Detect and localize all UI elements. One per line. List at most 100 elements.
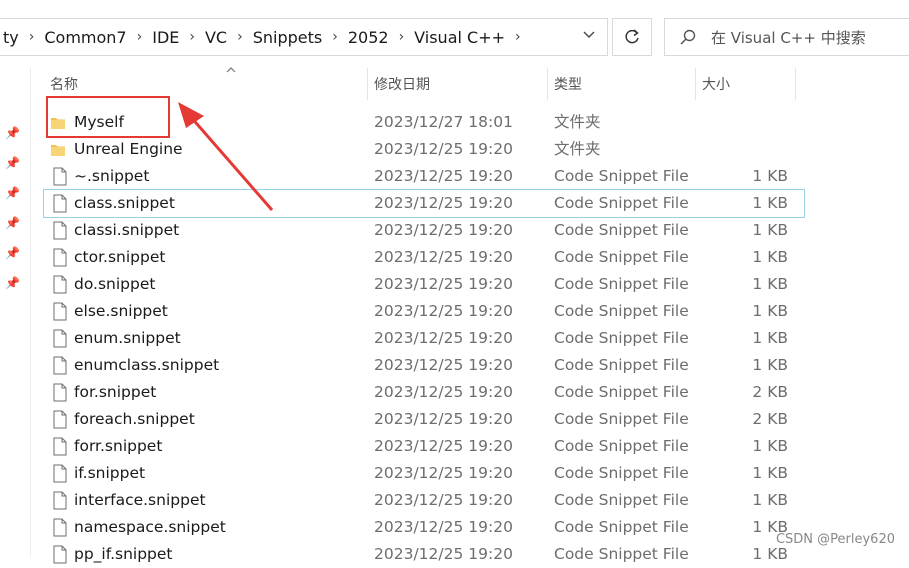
file-name: class.snippet [74,194,175,212]
file-date-modified: 2023/12/25 19:20 [374,248,513,266]
file-row[interactable]: interface.snippet 2023/12/25 19:20 Code Sn… [44,487,804,514]
file-size: 1 KB [752,275,788,293]
chevron-right-icon[interactable]: › [393,29,411,45]
pin-icon[interactable]: 📌 [5,276,20,290]
breadcrumb-0[interactable]: ty › [0,28,40,47]
file-size: 1 KB [752,194,788,212]
file-name: ctor.snippet [74,248,166,266]
file-date-modified: 2023/12/25 19:20 [374,167,513,185]
pin-icon[interactable]: 📌 [5,186,20,200]
file-size [644,109,788,136]
file-size: 1 KB [752,248,788,266]
file-size: 1 KB [752,221,788,239]
file-row[interactable]: class.snippet 2023/12/25 19:20 Code Snippe… [43,189,805,218]
refresh-icon [625,29,639,44]
file-row[interactable]: foreach.snippet 2023/12/25 19:20 Code Snip… [44,406,804,433]
file-name: forr.snippet [74,437,163,455]
address-bar[interactable]: ty › Common7 › IDE › VC › Snippets › 2052 › Vi… [0,18,608,56]
file-date-modified: 2023/12/25 19:20 [374,194,513,212]
breadcrumb-label: IDE [152,27,180,47]
file-date-modified: 2023/12/25 19:20 [374,221,513,239]
breadcrumb-6[interactable]: Visual C++ › [410,28,526,47]
breadcrumb-label: Snippets [252,27,323,47]
quick-access-strip: 📌 📌 📌 📌 📌 📌 [0,68,31,557]
file-row[interactable]: classi.snippet 2023/12/25 19:20 Code Snipp… [44,217,804,244]
chevron-right-icon[interactable]: › [131,29,149,45]
refresh-button[interactable] [612,18,652,56]
file-name: classi.snippet [74,221,180,239]
file-date-modified: 2023/12/25 19:20 [374,518,513,536]
search-placeholder: 在 Visual C++ 中搜索 [711,28,866,47]
file-row[interactable]: ~.snippet 2023/12/25 19:20 Code Snippet Fi… [44,163,804,190]
file-icon [53,302,67,321]
search-box[interactable]: 在 Visual C++ 中搜索 [664,18,909,56]
file-row[interactable]: for.snippet 2023/12/25 19:20 Code Snippet … [44,379,804,406]
pin-icon[interactable]: 📌 [5,246,20,260]
file-size: 1 KB [752,437,788,455]
chevron-right-icon[interactable]: › [23,29,41,45]
breadcrumb-5[interactable]: 2052 › [344,28,410,47]
watermark: CSDN @Perley620 [775,532,895,547]
file-row[interactable]: enum.snippet 2023/12/25 19:20 Code Snippet… [44,325,804,352]
file-icon [53,491,67,510]
file-row[interactable]: else.snippet 2023/12/25 19:20 Code Snippet… [44,298,804,325]
file-icon [53,194,67,213]
chevron-right-icon[interactable]: › [326,29,344,45]
file-icon [53,329,67,348]
file-name: do.snippet [74,275,156,293]
file-size: 2 KB [752,410,788,428]
breadcrumb-1[interactable]: Common7 › [40,28,148,47]
chevron-right-icon[interactable]: › [509,29,527,45]
chevron-right-icon[interactable]: › [231,29,249,45]
column-date-modified[interactable]: 修改日期 [368,68,548,100]
breadcrumb-4[interactable]: Snippets › [249,28,344,47]
breadcrumb-3[interactable]: VC › [201,28,249,47]
pin-icon[interactable]: 📌 [5,126,20,140]
file-size: 1 KB [752,491,788,509]
file-date-modified: 2023/12/25 19:20 [374,383,513,401]
chevron-right-icon[interactable]: › [183,29,201,45]
file-icon [53,221,67,240]
file-icon [53,167,67,186]
breadcrumb-label: ty [3,27,19,47]
file-icon [53,545,67,564]
file-icon [53,437,67,456]
file-row[interactable]: enumclass.snippet 2023/12/25 19:20 Code Sn… [44,352,804,379]
file-type: 文件夹 [554,140,601,158]
file-name: interface.snippet [74,491,206,509]
chevron-down-icon[interactable] [582,27,596,45]
file-row[interactable]: forr.snippet 2023/12/25 19:20 Code Snippet… [44,433,804,460]
file-size: 1 KB [752,464,788,482]
file-date-modified: 2023/12/25 19:20 [374,410,513,428]
pin-icon[interactable]: 📌 [5,216,20,230]
file-date-modified: 2023/12/25 19:20 [374,545,513,563]
file-icon [53,518,67,537]
file-date-modified: 2023/12/25 19:20 [374,329,513,347]
file-icon [53,248,67,267]
file-size [644,136,788,163]
toolbar: ty › Common7 › IDE › VC › Snippets › 2052 › Vi… [0,0,909,68]
file-icon [53,356,67,375]
file-icon [53,383,67,402]
file-row[interactable]: pp_if.snippet 2023/12/25 19:20 Code Snippe… [44,541,804,568]
file-type: 文件夹 [554,113,601,131]
column-size[interactable]: 大小 [696,68,796,100]
column-type[interactable]: 类型 [548,68,696,100]
file-icon [53,410,67,429]
file-date-modified: 2023/12/25 19:20 [374,464,513,482]
file-date-modified: 2023/12/25 19:20 [374,356,513,374]
file-size: 1 KB [752,302,788,320]
file-date-modified: 2023/12/25 19:20 [374,302,513,320]
file-row[interactable]: ctor.snippet 2023/12/25 19:20 Code Snippet… [44,244,804,271]
file-row[interactable]: Unreal Engine 2023/12/25 19:20 文件夹 [44,136,804,163]
file-name: else.snippet [74,302,168,320]
breadcrumb-label: VC [204,27,228,47]
file-date-modified: 2023/12/25 19:20 [374,275,513,293]
pin-icon[interactable]: 📌 [5,156,20,170]
breadcrumb-2[interactable]: IDE › [148,28,201,47]
file-row[interactable]: do.snippet 2023/12/25 19:20 Code Snippet F… [44,271,804,298]
file-name: if.snippet [74,464,146,482]
file-row[interactable]: namespace.snippet 2023/12/25 19:20 Code Sn… [44,514,804,541]
file-row[interactable]: if.snippet 2023/12/25 19:20 Code Snippet F… [44,460,804,487]
file-date-modified: 2023/12/25 19:20 [374,491,513,509]
